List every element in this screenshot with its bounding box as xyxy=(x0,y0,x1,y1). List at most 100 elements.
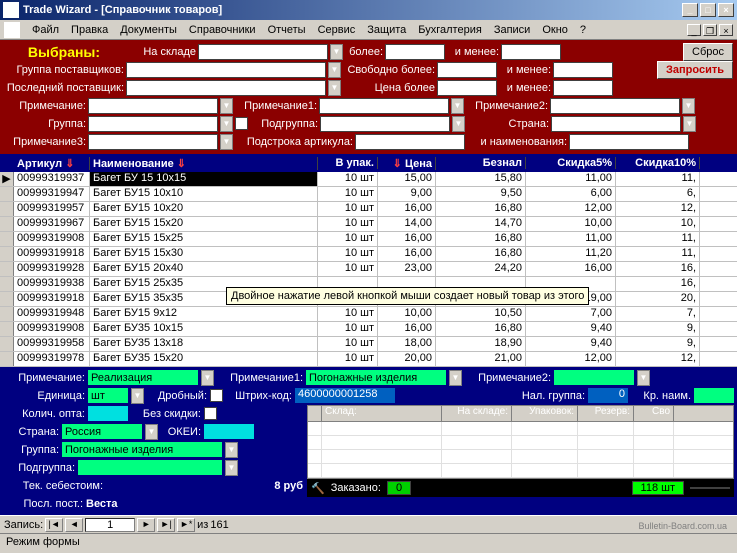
warehouse-row[interactable]: Торговый зал 11, 1,1 0, 0 xyxy=(308,450,733,464)
country-label: Страна: xyxy=(467,118,549,130)
namesub-label: и наименования: xyxy=(467,136,567,148)
ordered-value: 0 xyxy=(387,481,411,495)
stock-value: 118 шт xyxy=(632,481,684,495)
menu-docs[interactable]: Документы xyxy=(114,22,183,38)
menu-service[interactable]: Сервис xyxy=(312,22,362,38)
app-icon xyxy=(3,2,19,18)
country-input[interactable] xyxy=(551,116,681,132)
note2-drop[interactable]: ▼ xyxy=(682,98,695,114)
subgroup-drop[interactable]: ▼ xyxy=(452,116,465,132)
supgroup-input[interactable] xyxy=(126,62,326,78)
detail-note[interactable]: Реализация xyxy=(88,370,198,385)
note2-input[interactable] xyxy=(550,98,680,114)
pricemore-input[interactable] xyxy=(437,80,497,96)
table-row[interactable]: 00999319967 Багет БУ15 15x20 10 шт 14,00… xyxy=(0,217,737,232)
subgroup-input[interactable] xyxy=(320,116,450,132)
detail-wholesale[interactable] xyxy=(88,406,128,421)
note1-input[interactable] xyxy=(319,98,449,114)
mdi-close[interactable]: × xyxy=(719,24,733,36)
artsub-input[interactable] xyxy=(355,134,465,150)
detail-okei[interactable] xyxy=(204,424,254,439)
menu-help[interactable]: ? xyxy=(574,22,592,38)
table-row[interactable]: ▶ 00999319937 Багет БУ 15 10x15 10 шт 15… xyxy=(0,172,737,187)
nav-first[interactable]: |◄ xyxy=(45,518,63,532)
menu-window[interactable]: Окно xyxy=(536,22,574,38)
less-input[interactable] xyxy=(501,44,561,60)
table-row[interactable]: 00999319908 Багет БУ35 10x15 10 шт 16,00… xyxy=(0,322,737,337)
nav-new[interactable]: ►* xyxy=(177,518,195,532)
table-row[interactable]: 00999319957 Багет БУ15 10x20 10 шт 16,00… xyxy=(0,202,737,217)
reset-button[interactable]: Сброс xyxy=(683,43,733,61)
less2-input[interactable] xyxy=(553,62,613,78)
warehouse-row[interactable]: Центральный 0 0 0 0 xyxy=(308,464,733,478)
hammer-icon: 🔨 xyxy=(311,482,325,495)
status-bar: Режим формы xyxy=(0,533,737,551)
warehouse-row[interactable]: Дальний 0, 0, 0, 0 xyxy=(308,436,733,450)
detail-panel: Примечание: Реализация▼ Примечание1: Пог… xyxy=(0,367,737,515)
menu-file[interactable]: Файл xyxy=(26,22,65,38)
note3-input[interactable] xyxy=(88,134,218,150)
nav-last[interactable]: ►| xyxy=(157,518,175,532)
table-row[interactable]: 00999319918 Багет БУ15 15x30 10 шт 16,00… xyxy=(0,247,737,262)
mdi-icon xyxy=(4,22,20,38)
namesub-input[interactable] xyxy=(569,134,689,150)
menu-accounting[interactable]: Бухгалтерия xyxy=(412,22,488,38)
table-row[interactable]: 00999319947 Багет БУ15 10x10 10 шт 9,00 … xyxy=(0,187,737,202)
detail-unit[interactable]: шт xyxy=(88,388,128,403)
mdi-restore[interactable]: ❐ xyxy=(703,24,717,36)
table-row[interactable]: 00999319908 Багет БУ15 15x25 10 шт 16,00… xyxy=(0,232,737,247)
table-row[interactable]: 00999319948 Багет БУ15 9x12 10 шт 10,00 … xyxy=(0,307,737,322)
products-grid: Артикул ⇓ Наименование ⇓ В упак. ⇓ Цена … xyxy=(0,154,737,367)
nav-prev[interactable]: ◄ xyxy=(65,518,83,532)
table-row[interactable]: 00999319978 Багет БУ35 15x20 10 шт 20,00… xyxy=(0,352,737,367)
more-label: более: xyxy=(345,46,383,58)
minimize-button[interactable]: _ xyxy=(682,3,698,17)
maximize-button[interactable]: □ xyxy=(700,3,716,17)
country-drop[interactable]: ▼ xyxy=(683,116,696,132)
order-bar: 🔨 Заказано: 0 118 шт xyxy=(307,479,734,497)
nav-next[interactable]: ► xyxy=(137,518,155,532)
group-drop[interactable]: ▼ xyxy=(220,116,233,132)
menu-bar: Файл Правка Документы Справочники Отчеты… xyxy=(0,20,737,40)
onstock-drop[interactable]: ▼ xyxy=(330,44,343,60)
detail-subgroup[interactable] xyxy=(78,460,222,475)
request-button[interactable]: Запросить xyxy=(657,61,733,79)
note1-drop[interactable]: ▼ xyxy=(451,98,464,114)
detail-group[interactable]: Погонажные изделия xyxy=(62,442,222,457)
nav-pos[interactable]: 1 xyxy=(85,518,135,532)
note-input[interactable] xyxy=(88,98,218,114)
less3-input[interactable] xyxy=(553,80,613,96)
warehouse-row[interactable]: ▶ Главный 107, 10,7 0, 0 xyxy=(308,422,733,436)
pricemore-label: Цена более xyxy=(343,82,435,94)
detail-note2[interactable] xyxy=(554,370,634,385)
freemore-input[interactable] xyxy=(437,62,497,78)
close-button[interactable]: × xyxy=(718,3,734,17)
onstock-input[interactable] xyxy=(198,44,328,60)
more-input[interactable] xyxy=(385,44,445,60)
note1-label: Примечание1: xyxy=(235,100,317,112)
subgroup-check[interactable] xyxy=(235,117,248,130)
detail-taxgrp[interactable]: 0 xyxy=(588,388,628,403)
mdi-min[interactable]: _ xyxy=(687,24,701,36)
lastsup-input[interactable] xyxy=(126,80,326,96)
nodisc-check[interactable] xyxy=(204,407,217,420)
note3-drop[interactable]: ▼ xyxy=(220,134,233,150)
menu-refs[interactable]: Справочники xyxy=(183,22,262,38)
supgroup-drop[interactable]: ▼ xyxy=(328,62,341,78)
table-row[interactable]: 00999319958 Багет БУ35 13x18 10 шт 18,00… xyxy=(0,337,737,352)
group-input[interactable] xyxy=(88,116,218,132)
menu-edit[interactable]: Правка xyxy=(65,22,114,38)
detail-barcode[interactable]: 4600000001258 xyxy=(295,388,395,403)
menu-records[interactable]: Записи xyxy=(488,22,537,38)
menu-reports[interactable]: Отчеты xyxy=(262,22,312,38)
note-drop[interactable]: ▼ xyxy=(220,98,233,114)
table-row[interactable]: 00999319928 Багет БУ15 20x40 10 шт 23,00… xyxy=(0,262,737,277)
note3-label: Примечание3: xyxy=(4,136,86,148)
detail-short[interactable] xyxy=(694,388,734,403)
menu-security[interactable]: Защита xyxy=(361,22,412,38)
lastsup-drop[interactable]: ▼ xyxy=(328,80,341,96)
detail-country[interactable]: Россия xyxy=(62,424,142,439)
detail-note1[interactable]: Погонажные изделия xyxy=(306,370,446,385)
note2-label: Примечание2: xyxy=(466,100,548,112)
frac-check[interactable] xyxy=(210,389,223,402)
